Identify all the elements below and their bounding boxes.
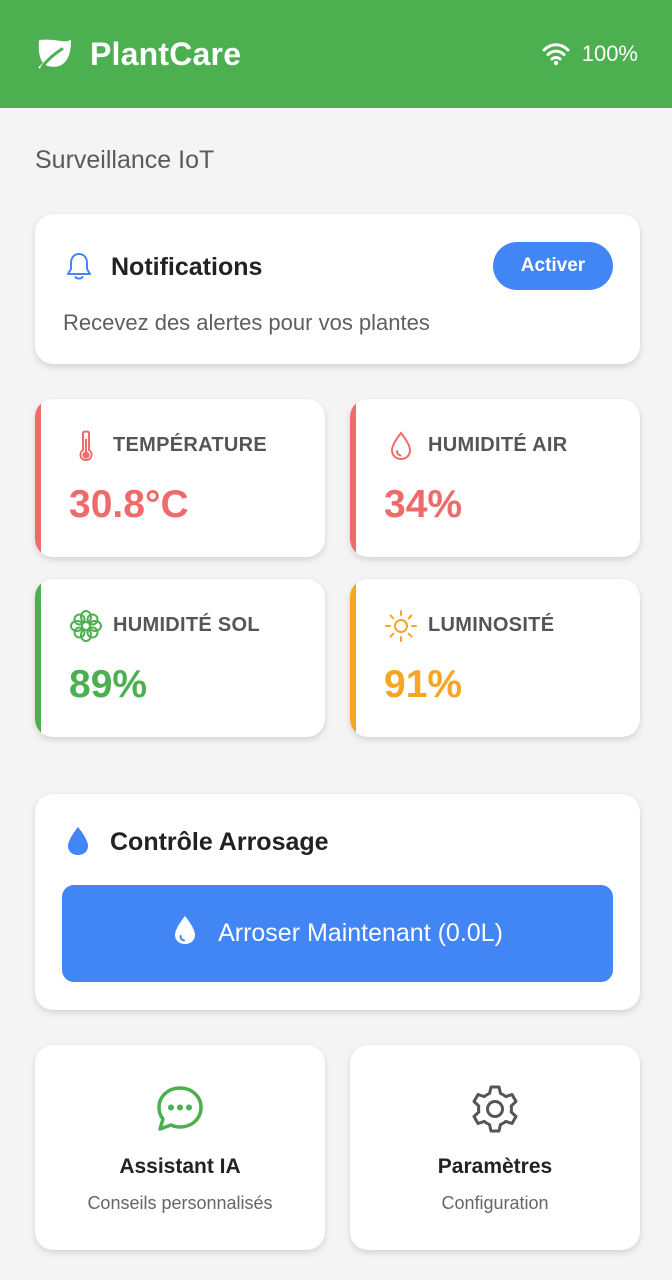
metric-value: 89% (69, 663, 148, 706)
accent-bar (35, 579, 41, 737)
soil-humidity-card: HUMIDITÉ SOL 89% (35, 579, 325, 737)
accent-bar (35, 399, 41, 557)
droplet-icon (384, 429, 418, 463)
luminosity-card: LUMINOSITÉ 91% (350, 579, 640, 737)
metric-label: HUMIDITÉ AIR (428, 434, 568, 456)
app-header: PlantCare 100% (0, 0, 672, 108)
app-title: PlantCare (90, 35, 242, 72)
metric-label: LUMINOSITÉ (428, 614, 555, 636)
sun-icon (384, 609, 418, 643)
metric-label: TEMPÉRATURE (113, 434, 268, 456)
watering-control-card: Contrôle Arrosage Arroser Maintenant (0.… (35, 794, 640, 1010)
section-title: Surveillance IoT (35, 146, 215, 174)
tile-title: Paramètres (437, 1155, 553, 1178)
water-drop-icon (172, 913, 198, 954)
metric-value: 34% (384, 483, 463, 526)
metric-label: HUMIDITÉ SOL (113, 614, 260, 636)
activate-notifications-button[interactable]: Activer (493, 242, 613, 290)
water-now-label: Arroser Maintenant (0.0L) (218, 919, 503, 947)
chat-icon (35, 1083, 325, 1135)
metric-value: 91% (384, 663, 463, 706)
bell-icon (63, 250, 95, 282)
gear-icon (350, 1083, 640, 1135)
metric-value: 30.8°C (69, 483, 189, 526)
notifications-title: Notifications (111, 253, 263, 281)
watering-title: Contrôle Arrosage (110, 828, 329, 856)
flower-icon (69, 609, 103, 643)
wifi-icon (542, 42, 570, 66)
status-area: 100% (542, 41, 638, 67)
water-drop-icon (63, 824, 93, 858)
notifications-card: Notifications Recevez des alertes pour v… (35, 214, 640, 364)
water-now-button[interactable]: Arroser Maintenant (0.0L) (62, 885, 613, 982)
app-screen: PlantCare 100% Surveillance IoT Notifica… (0, 0, 672, 1280)
settings-card[interactable]: Paramètres Configuration (350, 1045, 640, 1250)
temperature-card: TEMPÉRATURE 30.8°C (35, 399, 325, 557)
notifications-description: Recevez des alertes pour vos plantes (63, 310, 430, 335)
battery-level: 100% (581, 41, 638, 66)
thermometer-icon (69, 429, 103, 463)
tile-subtitle: Configuration (441, 1193, 549, 1213)
accent-bar (350, 579, 356, 737)
brand: PlantCare (36, 35, 241, 73)
accent-bar (350, 399, 356, 557)
leaf-icon (36, 35, 74, 73)
air-humidity-card: HUMIDITÉ AIR 34% (350, 399, 640, 557)
tile-title: Assistant IA (119, 1155, 241, 1178)
tile-subtitle: Conseils personnalisés (87, 1193, 273, 1213)
assistant-ai-card[interactable]: Assistant IA Conseils personnalisés (35, 1045, 325, 1250)
